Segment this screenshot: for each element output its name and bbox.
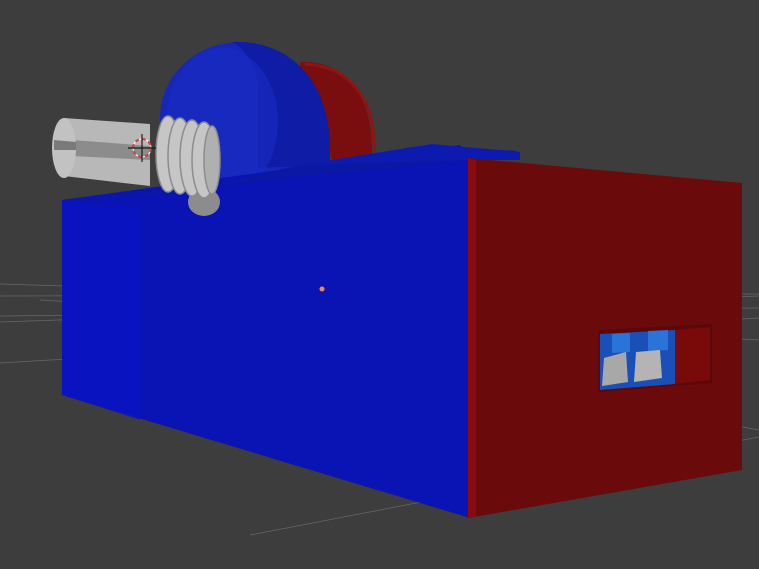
slot-red-tail	[675, 327, 710, 384]
housing-front-shade	[62, 200, 140, 420]
slot-highlight-right	[648, 330, 668, 351]
shaft-threads	[155, 115, 221, 199]
scene-canvas[interactable]	[0, 0, 759, 569]
slot-block-right	[634, 350, 662, 382]
slot-highlight-left	[612, 333, 630, 353]
connector-slot[interactable]	[598, 324, 712, 392]
end-panel-edge	[468, 158, 476, 518]
end-panel[interactable]	[468, 158, 742, 518]
object-origin-icon[interactable]	[319, 286, 325, 292]
3d-viewport[interactable]	[0, 0, 759, 569]
